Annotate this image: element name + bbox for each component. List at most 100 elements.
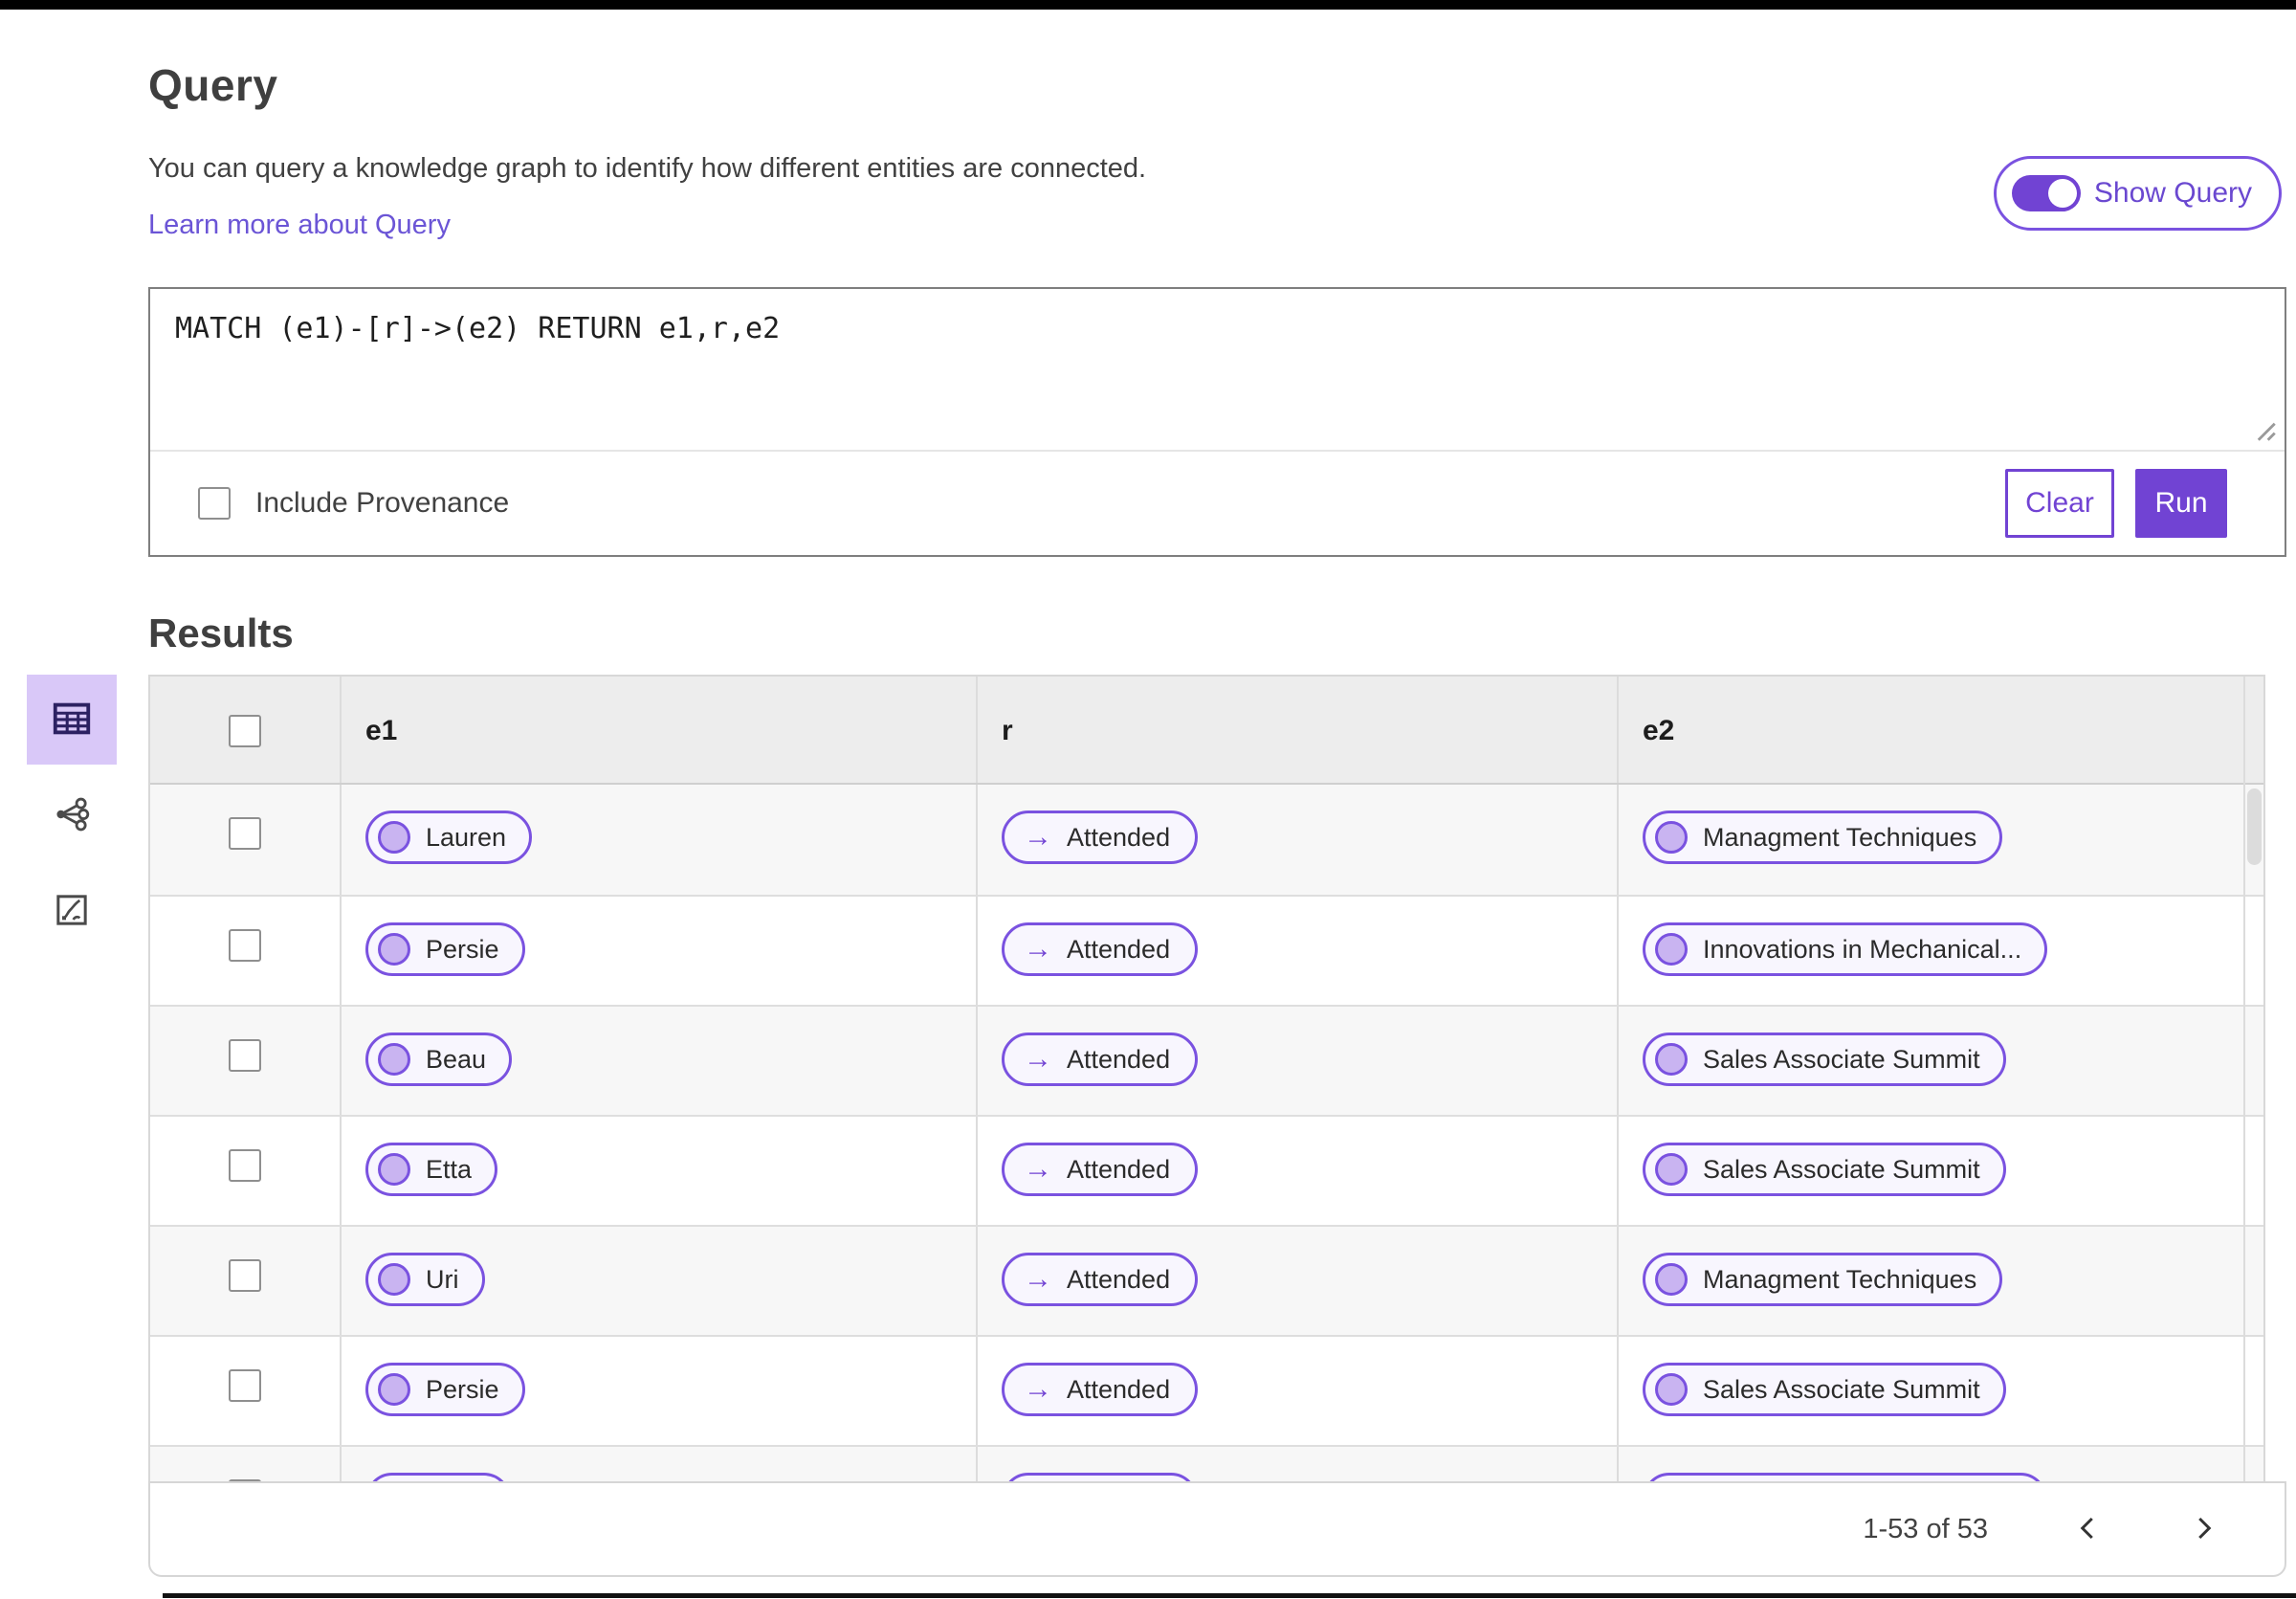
relation-label: Attended (1067, 1264, 1171, 1294)
row-cell-e2: Innovations in Mechanical... (1617, 897, 2243, 1005)
entity-label: Persie (426, 1374, 499, 1404)
graph-view-icon (52, 794, 92, 837)
row-cell-select (150, 1007, 340, 1115)
row-checkbox[interactable] (229, 1149, 261, 1182)
toggle-knob (2047, 179, 2077, 208)
entity-pill-e1[interactable]: Uri (365, 1253, 485, 1306)
relation-pill[interactable]: → Attended (1002, 811, 1199, 864)
pagination-footer: 1-53 of 53 (148, 1481, 2286, 1577)
entity-pill-e2[interactable]: Sales Associate Summit (1643, 1143, 2006, 1196)
row-checkbox[interactable] (229, 1369, 261, 1402)
sidebar-item-table-view[interactable] (27, 675, 117, 765)
entity-label: Sales Associate Summit (1703, 1374, 1980, 1404)
include-provenance-checkbox[interactable] (198, 487, 231, 520)
entity-dot-icon (378, 821, 410, 854)
query-editor-wrap: MATCH (e1)-[r]->(e2) RETURN e1,r,e2 (150, 289, 2285, 452)
relation-pill[interactable]: → Attended (1002, 1363, 1199, 1416)
relation-pill[interactable]: → Attended (1002, 922, 1199, 976)
entity-label: Sales Associate Summit (1703, 1044, 1980, 1074)
relation-label: Attended (1067, 822, 1171, 852)
entity-pill-e2[interactable]: Innovations in Mechanical... (1643, 922, 2048, 976)
row-cell-r: → Attended (976, 1007, 1617, 1115)
page-title: Query (148, 60, 278, 110)
table-body: Lauren → Attended Managment Techniques P… (150, 785, 2263, 1555)
row-checkbox[interactable] (229, 1039, 261, 1072)
row-cell-select (150, 897, 340, 1005)
row-cell-select (150, 1337, 340, 1445)
relation-pill[interactable]: → Attended (1002, 1143, 1199, 1196)
learn-more-link[interactable]: Learn more about Query (148, 210, 451, 241)
relation-label: Attended (1067, 934, 1171, 964)
query-footer: Include Provenance Clear Run (150, 452, 2285, 555)
arrow-right-icon: → (1024, 1153, 1052, 1185)
sidebar-item-graph-view[interactable] (27, 770, 117, 860)
row-cell-r: → Attended (976, 1227, 1617, 1335)
header-cell-r: r (976, 677, 1617, 783)
entity-pill-e1[interactable]: Persie (365, 1363, 525, 1416)
row-cell-e2: Managment Techniques (1617, 1227, 2243, 1335)
sidebar-item-chart-view[interactable] (27, 866, 117, 956)
entity-pill-e2[interactable]: Sales Associate Summit (1643, 1363, 2006, 1416)
column-header-e1: e1 (365, 715, 398, 746)
relation-label: Attended (1067, 1374, 1171, 1404)
query-editor-input[interactable]: MATCH (e1)-[r]->(e2) RETURN e1,r,e2 (150, 289, 2285, 450)
column-header-r: r (1002, 715, 1013, 746)
arrow-right-icon: → (1024, 933, 1052, 965)
entity-dot-icon (1655, 1263, 1688, 1296)
row-checkbox[interactable] (229, 929, 261, 962)
table-row: Etta → Attended Sales Associate Summit (150, 1115, 2263, 1225)
relation-label: Attended (1067, 1154, 1171, 1184)
entity-pill-e2[interactable]: Managment Techniques (1643, 811, 2003, 864)
row-checkbox[interactable] (229, 817, 261, 850)
resize-handle-icon[interactable] (2246, 411, 2279, 444)
row-cell-select (150, 1117, 340, 1225)
column-header-e2: e2 (1643, 715, 1675, 746)
clear-button[interactable]: Clear (2005, 469, 2114, 538)
row-cell-select (150, 1227, 340, 1335)
entity-dot-icon (378, 1373, 410, 1406)
prev-page-button[interactable] (2074, 1514, 2103, 1545)
entity-pill-e1[interactable]: Etta (365, 1143, 498, 1196)
entity-pill-e1[interactable]: Beau (365, 1033, 513, 1086)
page-description: You can query a knowledge graph to ident… (148, 153, 1147, 184)
entity-dot-icon (378, 933, 410, 966)
table-scrollbar[interactable] (2247, 788, 2262, 865)
row-checkbox[interactable] (229, 1259, 261, 1292)
entity-pill-e1[interactable]: Lauren (365, 811, 533, 864)
table-view-icon (50, 697, 94, 744)
entity-pill-e2[interactable]: Sales Associate Summit (1643, 1033, 2006, 1086)
table-row: Uri → Attended Managment Techniques (150, 1225, 2263, 1335)
entity-pill-e1[interactable]: Persie (365, 922, 525, 976)
entity-dot-icon (378, 1153, 410, 1186)
table-row: Persie → Attended Sales Associate Summit (150, 1335, 2263, 1445)
table-scrollbar-track (2243, 677, 2263, 1555)
row-cell-e1: Uri (340, 1227, 976, 1335)
entity-label: Managment Techniques (1703, 1264, 1977, 1294)
run-button[interactable]: Run (2135, 469, 2227, 538)
pagination-label: 1-53 of 53 (1863, 1513, 1988, 1544)
entity-dot-icon (1655, 821, 1688, 854)
chart-view-icon (53, 891, 91, 932)
row-cell-e1: Beau (340, 1007, 976, 1115)
entity-pill-e2[interactable]: Managment Techniques (1643, 1253, 2003, 1306)
entity-dot-icon (1655, 1373, 1688, 1406)
show-query-toggle[interactable]: Show Query (1993, 156, 2282, 231)
row-cell-r: → Attended (976, 1117, 1617, 1225)
entity-label: Beau (426, 1044, 487, 1074)
relation-pill[interactable]: → Attended (1002, 1033, 1199, 1086)
arrow-right-icon: → (1024, 1373, 1052, 1405)
entity-dot-icon (1655, 933, 1688, 966)
row-cell-r: → Attended (976, 1337, 1617, 1445)
row-cell-e1: Lauren (340, 785, 976, 895)
next-page-button[interactable] (2189, 1514, 2218, 1545)
entity-dot-icon (378, 1043, 410, 1076)
relation-pill[interactable]: → Attended (1002, 1253, 1199, 1306)
arrow-right-icon: → (1024, 1043, 1052, 1075)
include-provenance-label: Include Provenance (255, 487, 510, 519)
query-section: Query You can query a knowledge graph to… (148, 10, 2286, 656)
table-row: Persie → Attended Innovations in Mechani… (150, 895, 2263, 1005)
select-all-checkbox[interactable] (229, 715, 261, 747)
view-sidebar (27, 675, 117, 956)
show-query-label: Show Query (2093, 177, 2252, 209)
table-header-row: e1 r e2 (150, 677, 2263, 785)
